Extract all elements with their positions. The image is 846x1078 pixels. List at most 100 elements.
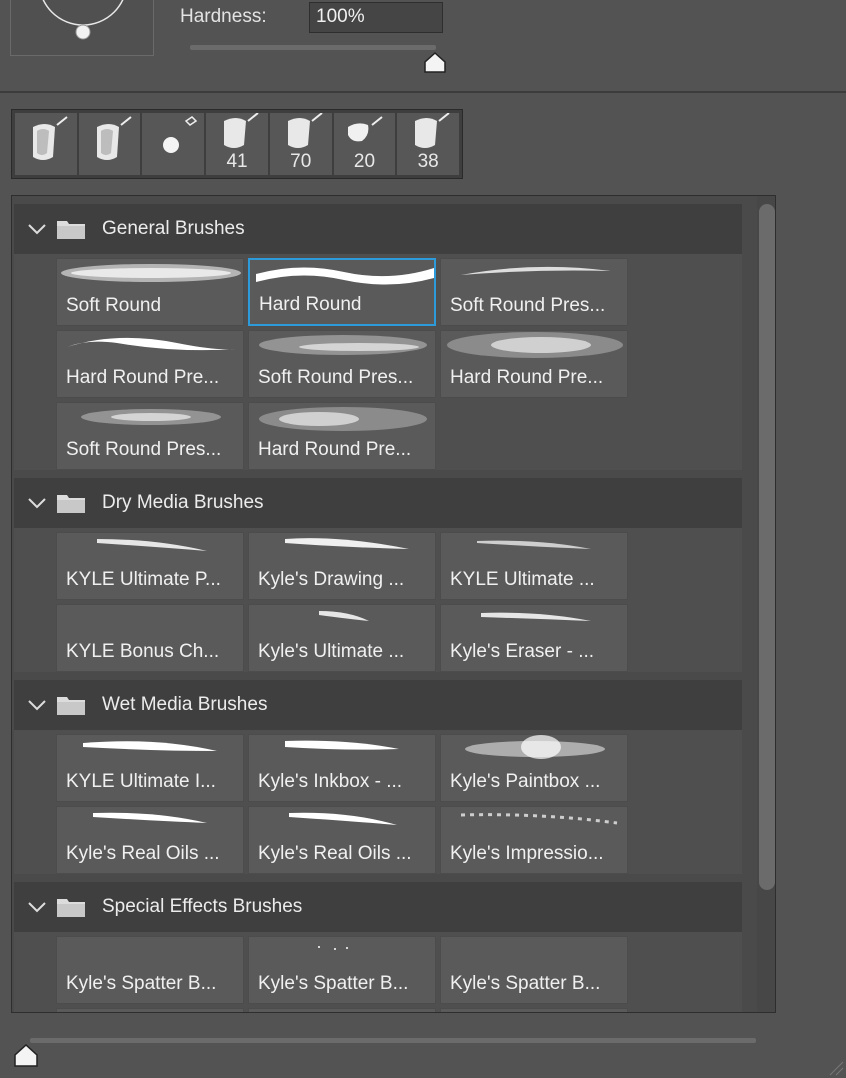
chevron-down-icon[interactable] [26, 698, 48, 712]
recent-brush-7[interactable]: 38 [397, 113, 460, 175]
brush-name: Soft Round Pres... [66, 439, 222, 460]
brush-tile[interactable]: KYLE Ultimate P... [56, 532, 244, 600]
brush-tile[interactable]: Soft Round Pres... [440, 258, 628, 326]
brush-tile[interactable]: Kyle's Spatter B... [248, 936, 436, 1004]
hardness-input[interactable]: 100% [309, 2, 443, 33]
brush-name: Kyle's Spatter B... [450, 973, 601, 994]
section-divider [0, 91, 846, 93]
brush-name: Kyle's Eraser - ... [450, 641, 595, 662]
wet-stroke-preview [289, 812, 397, 825]
brush-tile[interactable]: Kyle's Ultimate ... [248, 604, 436, 672]
brush-tile[interactable]: Hard Round Pre... [56, 330, 244, 398]
preview-size-slider-thumb[interactable] [13, 1044, 39, 1068]
group-name: Wet Media Brushes [102, 694, 268, 715]
brush-name: Kyle's Spatter B... [66, 973, 217, 994]
recent-brush-6[interactable]: 20 [333, 113, 396, 175]
brush-name: KYLE Ultimate I... [66, 771, 216, 792]
wet-stroke-preview [93, 812, 207, 823]
brush-tile[interactable]: Soft Round [56, 258, 244, 326]
brush-tile[interactable] [248, 1008, 436, 1012]
hardness-label: Hardness: [180, 6, 267, 27]
group-name: Special Effects Brushes [102, 896, 303, 917]
chevron-down-icon[interactable] [26, 496, 48, 510]
folder-icon [57, 899, 85, 917]
pressure-stroke-preview [67, 337, 237, 351]
brush-tile[interactable]: Kyle's Spatter B... [440, 936, 628, 1004]
resize-grip-icon[interactable] [828, 1060, 844, 1076]
brush-tile[interactable]: Soft Round Pres... [56, 402, 244, 470]
recent-brush-4[interactable]: 41 [206, 113, 268, 175]
group-header-wet-media-brushes[interactable]: Wet Media Brushes [14, 680, 742, 730]
pressure-stroke-preview [259, 407, 427, 431]
chevron-down-icon[interactable] [26, 222, 48, 236]
brush-tile[interactable]: Kyle's Eraser - ... [440, 604, 628, 672]
brush-tile[interactable]: KYLE Ultimate ... [440, 532, 628, 600]
brush-tile[interactable]: Kyle's Real Oils ... [56, 806, 244, 874]
folder-icon [57, 221, 85, 239]
folder-icon [57, 697, 85, 715]
spatter-preview [318, 946, 348, 950]
wet-stroke-preview [83, 741, 217, 751]
wet-stroke-preview [465, 735, 605, 759]
brush-tile-selected[interactable]: Hard Round [248, 258, 436, 326]
pressure-stroke-preview [461, 266, 611, 275]
group-name: General Brushes [102, 218, 245, 239]
brush-name: KYLE Ultimate ... [450, 569, 595, 590]
brush-tile[interactable]: Kyle's Real Oils ... [248, 806, 436, 874]
brush-tile[interactable]: KYLE Bonus Ch... [56, 604, 244, 672]
pressure-stroke-preview [259, 335, 427, 355]
chevron-down-icon[interactable] [26, 900, 48, 914]
brush-name: Kyle's Real Oils ... [258, 843, 412, 864]
dry-stroke-preview [477, 540, 591, 549]
brush-tile[interactable]: Hard Round Pre... [440, 330, 628, 398]
brush-presets-list[interactable]: General Brushes Soft Round Hard Round So… [11, 195, 776, 1013]
wet-stroke-preview [460, 813, 618, 825]
hardness-slider-thumb[interactable] [423, 52, 447, 74]
brush-name: Hard Round Pre... [258, 439, 412, 460]
brush-tile[interactable]: Kyle's Drawing ... [248, 532, 436, 600]
recent-brush-3[interactable] [142, 113, 205, 175]
brush-name: Kyle's Spatter B... [258, 973, 409, 994]
dry-stroke-preview [481, 612, 591, 621]
preview-size-slider[interactable] [30, 1038, 756, 1043]
brush-name: KYLE Bonus Ch... [66, 641, 220, 662]
brush-name: Kyle's Real Oils ... [66, 843, 220, 864]
group-header-dry-media-brushes[interactable]: Dry Media Brushes [14, 478, 742, 528]
brush-angle-preview[interactable] [10, 0, 154, 56]
brush-name: Kyle's Drawing ... [258, 569, 405, 590]
brush-name: Hard Round [259, 294, 362, 315]
brush-name: Hard Round Pre... [450, 367, 604, 388]
recent-brushes-bar: 41 70 20 38 [11, 109, 463, 179]
brush-tile[interactable]: Kyle's Impressio... [440, 806, 628, 874]
brush-name: Kyle's Inkbox - ... [258, 771, 403, 792]
brush-tile[interactable]: KYLE Ultimate I... [56, 734, 244, 802]
hardness-slider[interactable] [190, 45, 436, 50]
eraser-dot-icon [163, 116, 198, 153]
pressure-stroke-preview [447, 332, 623, 358]
folder-icon [57, 495, 85, 513]
brush-preset-icon [33, 116, 68, 160]
brush-name: Soft Round [66, 295, 162, 316]
pressure-stroke-preview [81, 409, 221, 425]
brush-tile[interactable]: Kyle's Spatter B... [56, 936, 244, 1004]
dry-stroke-preview [97, 539, 207, 551]
brush-name: Soft Round Pres... [450, 295, 606, 316]
soft-stroke-preview [61, 264, 241, 282]
group-header-special-effects-brushes[interactable]: Special Effects Brushes [14, 882, 742, 932]
recent-brush-1[interactable] [15, 113, 77, 175]
recent-brush-2[interactable] [78, 113, 141, 175]
group-header-general-brushes[interactable]: General Brushes [14, 204, 742, 254]
brush-tile[interactable]: Hard Round Pre... [248, 402, 436, 470]
brush-tile[interactable] [56, 1008, 244, 1012]
splatter-brush-icon [347, 116, 383, 142]
dry-stroke-preview [285, 538, 409, 549]
brush-name: Soft Round Pres... [258, 367, 414, 388]
group-name: Dry Media Brushes [102, 492, 264, 513]
brush-tile[interactable] [440, 1008, 628, 1012]
brush-tile[interactable]: Kyle's Inkbox - ... [248, 734, 436, 802]
brush-name: Hard Round Pre... [66, 367, 220, 388]
brush-tile[interactable]: Kyle's Paintbox ... [440, 734, 628, 802]
scrollbar-thumb[interactable] [759, 204, 775, 890]
brush-tile[interactable]: Soft Round Pres... [248, 330, 436, 398]
recent-brush-5[interactable]: 70 [269, 113, 332, 175]
